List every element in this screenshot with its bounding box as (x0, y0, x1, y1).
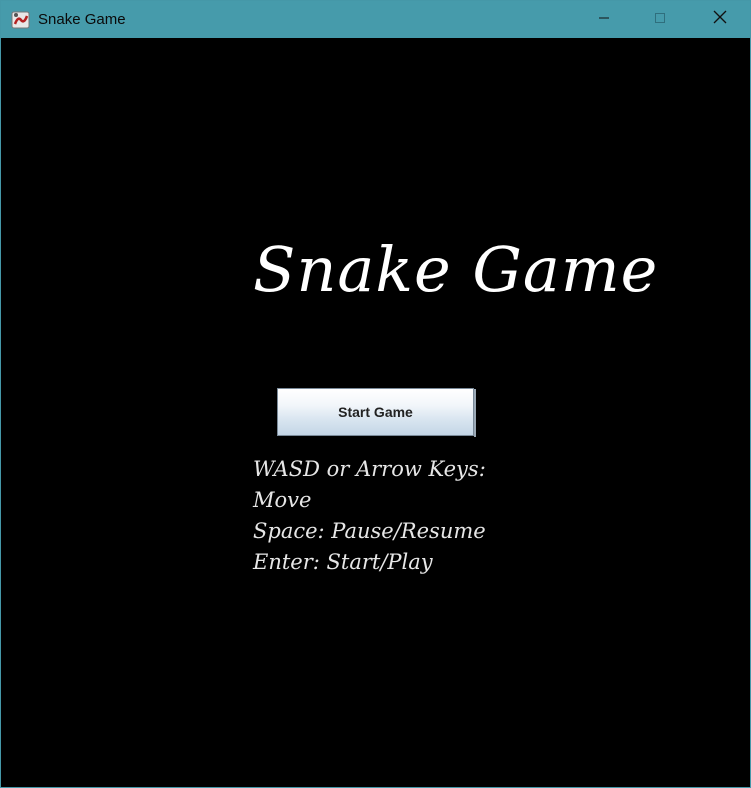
start-game-button[interactable]: Start Game (277, 388, 476, 437)
instructions: WASD or Arrow Keys: Move Space: Pause/Re… (253, 454, 493, 578)
instruction-line: Move (253, 488, 312, 512)
instruction-line: WASD or Arrow Keys: (253, 457, 486, 481)
minimize-button[interactable] (576, 1, 632, 38)
game-title: Snake Game (253, 233, 659, 306)
snake-app-icon (11, 10, 31, 30)
window-title: Snake Game (38, 11, 126, 28)
close-icon (713, 10, 727, 29)
instruction-line: Space: Pause/Resume (253, 519, 486, 543)
minimize-icon (598, 11, 610, 29)
game-panel[interactable]: Snake Game Start Game WASD or Arrow Keys… (1, 38, 750, 787)
title-bar[interactable]: Snake Game (1, 1, 750, 38)
app-window: Snake Game Snake Game Start Game WASD or… (0, 0, 751, 788)
maximize-button[interactable] (632, 1, 688, 38)
maximize-icon (654, 11, 666, 29)
close-button[interactable] (692, 1, 748, 38)
instruction-line: Enter: Start/Play (253, 550, 433, 574)
